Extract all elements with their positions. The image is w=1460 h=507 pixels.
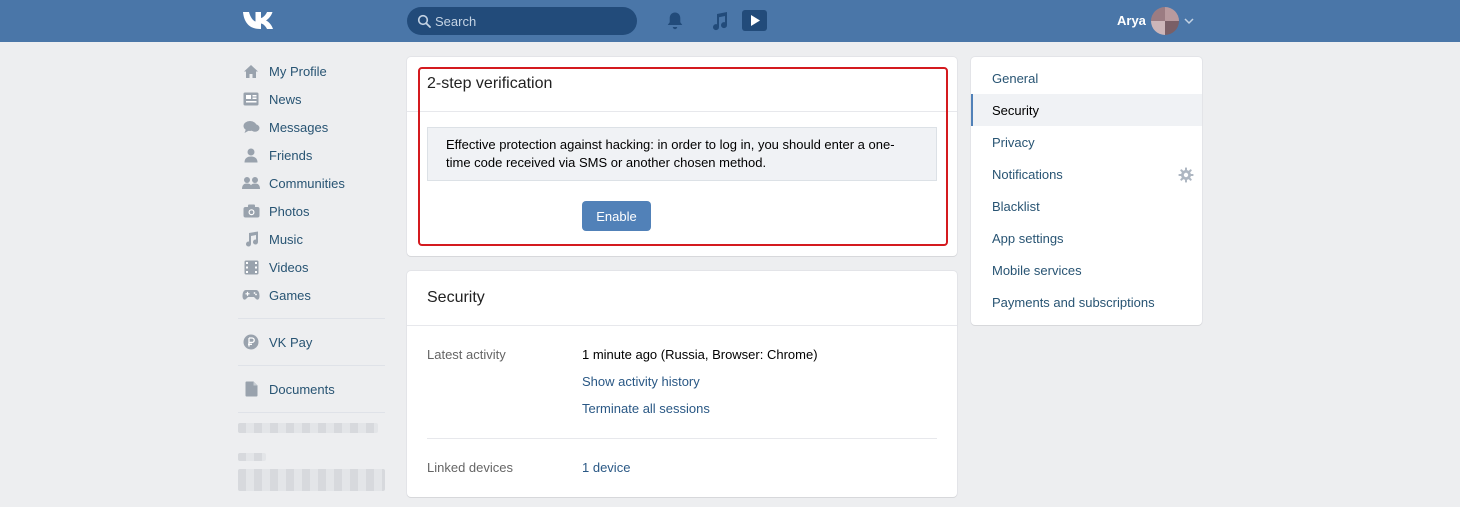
friend-icon (241, 147, 261, 163)
nav-label: Messages (269, 119, 329, 135)
settings-menu-notifications[interactable]: Notifications (971, 158, 1202, 190)
card-divider (407, 325, 957, 326)
gamepad-icon (241, 287, 261, 303)
nav-label: Games (269, 287, 311, 303)
settings-menu: General Security Privacy Notifications B… (971, 57, 1202, 325)
nav-divider (238, 318, 385, 319)
communities-icon (241, 175, 261, 191)
nav-label: My Profile (269, 63, 327, 79)
nav-label: Videos (269, 259, 309, 275)
nav-label: Music (269, 231, 303, 247)
chevron-down-icon[interactable] (1183, 15, 1195, 27)
settings-menu-payments[interactable]: Payments and subscriptions (971, 286, 1202, 318)
show-activity-history-link[interactable]: Show activity history (582, 374, 700, 389)
nav-label: News (269, 91, 302, 107)
news-icon (241, 91, 261, 107)
search-icon (417, 14, 431, 28)
top-bar: Arya (0, 0, 1460, 42)
nav-label: Communities (269, 175, 345, 191)
nav-label: Friends (269, 147, 313, 163)
nav-item-vk-pay[interactable]: VK Pay (238, 328, 388, 356)
nav-item-communities[interactable]: Communities (238, 169, 388, 197)
settings-menu-privacy[interactable]: Privacy (971, 126, 1202, 158)
latest-activity-value: 1 minute ago (Russia, Browser: Chrome) (582, 347, 818, 362)
nav-label: VK Pay (269, 334, 313, 350)
bell-icon[interactable] (666, 11, 684, 31)
highlight-box (418, 67, 948, 246)
nav-label: Photos (269, 203, 310, 219)
nav-item-my-profile[interactable]: My Profile (238, 57, 388, 85)
music-note-icon[interactable] (710, 10, 730, 32)
gear-icon[interactable] (1178, 167, 1194, 183)
nav-divider (238, 365, 385, 366)
settings-menu-mobile-services[interactable]: Mobile services (971, 254, 1202, 286)
nav-label: Documents (269, 381, 335, 397)
linked-devices-link[interactable]: 1 device (582, 460, 630, 475)
nav-item-documents[interactable]: Documents (238, 375, 388, 403)
play-icon[interactable] (742, 10, 767, 31)
music-icon (241, 231, 261, 247)
user-name[interactable]: Arya (1117, 13, 1146, 28)
security-title: Security (427, 289, 485, 306)
home-icon (241, 63, 261, 79)
nav-divider (238, 412, 385, 413)
latest-activity-label: Latest activity (427, 347, 506, 362)
nav-item-messages[interactable]: Messages (238, 113, 388, 141)
vk-pay-icon (241, 334, 261, 350)
settings-menu-security[interactable]: Security (971, 94, 1202, 126)
nav-item-games[interactable]: Games (238, 281, 388, 309)
linked-devices-label: Linked devices (427, 460, 513, 475)
settings-menu-blacklist[interactable]: Blacklist (971, 190, 1202, 222)
nav-item-videos[interactable]: Videos (238, 253, 388, 281)
search-input[interactable] (435, 7, 625, 35)
nav-item-friends[interactable]: Friends (238, 141, 388, 169)
nav-item-photos[interactable]: Photos (238, 197, 388, 225)
settings-menu-app-settings[interactable]: App settings (971, 222, 1202, 254)
search-box[interactable] (407, 7, 637, 35)
settings-menu-general[interactable]: General (971, 62, 1202, 94)
left-nav: My Profile News Messages Friends Communi… (238, 57, 388, 491)
vk-logo-icon[interactable] (241, 9, 277, 33)
nav-item-music[interactable]: Music (238, 225, 388, 253)
messages-icon (241, 119, 261, 135)
film-icon (241, 259, 261, 275)
avatar[interactable] (1151, 7, 1179, 35)
nav-item-news[interactable]: News (238, 85, 388, 113)
row-divider (427, 438, 937, 439)
camera-icon (241, 203, 261, 219)
blurred-content (238, 453, 266, 461)
blurred-content (238, 469, 385, 491)
terminate-sessions-link[interactable]: Terminate all sessions (582, 401, 710, 416)
document-icon (241, 381, 261, 397)
blurred-content (238, 423, 378, 433)
